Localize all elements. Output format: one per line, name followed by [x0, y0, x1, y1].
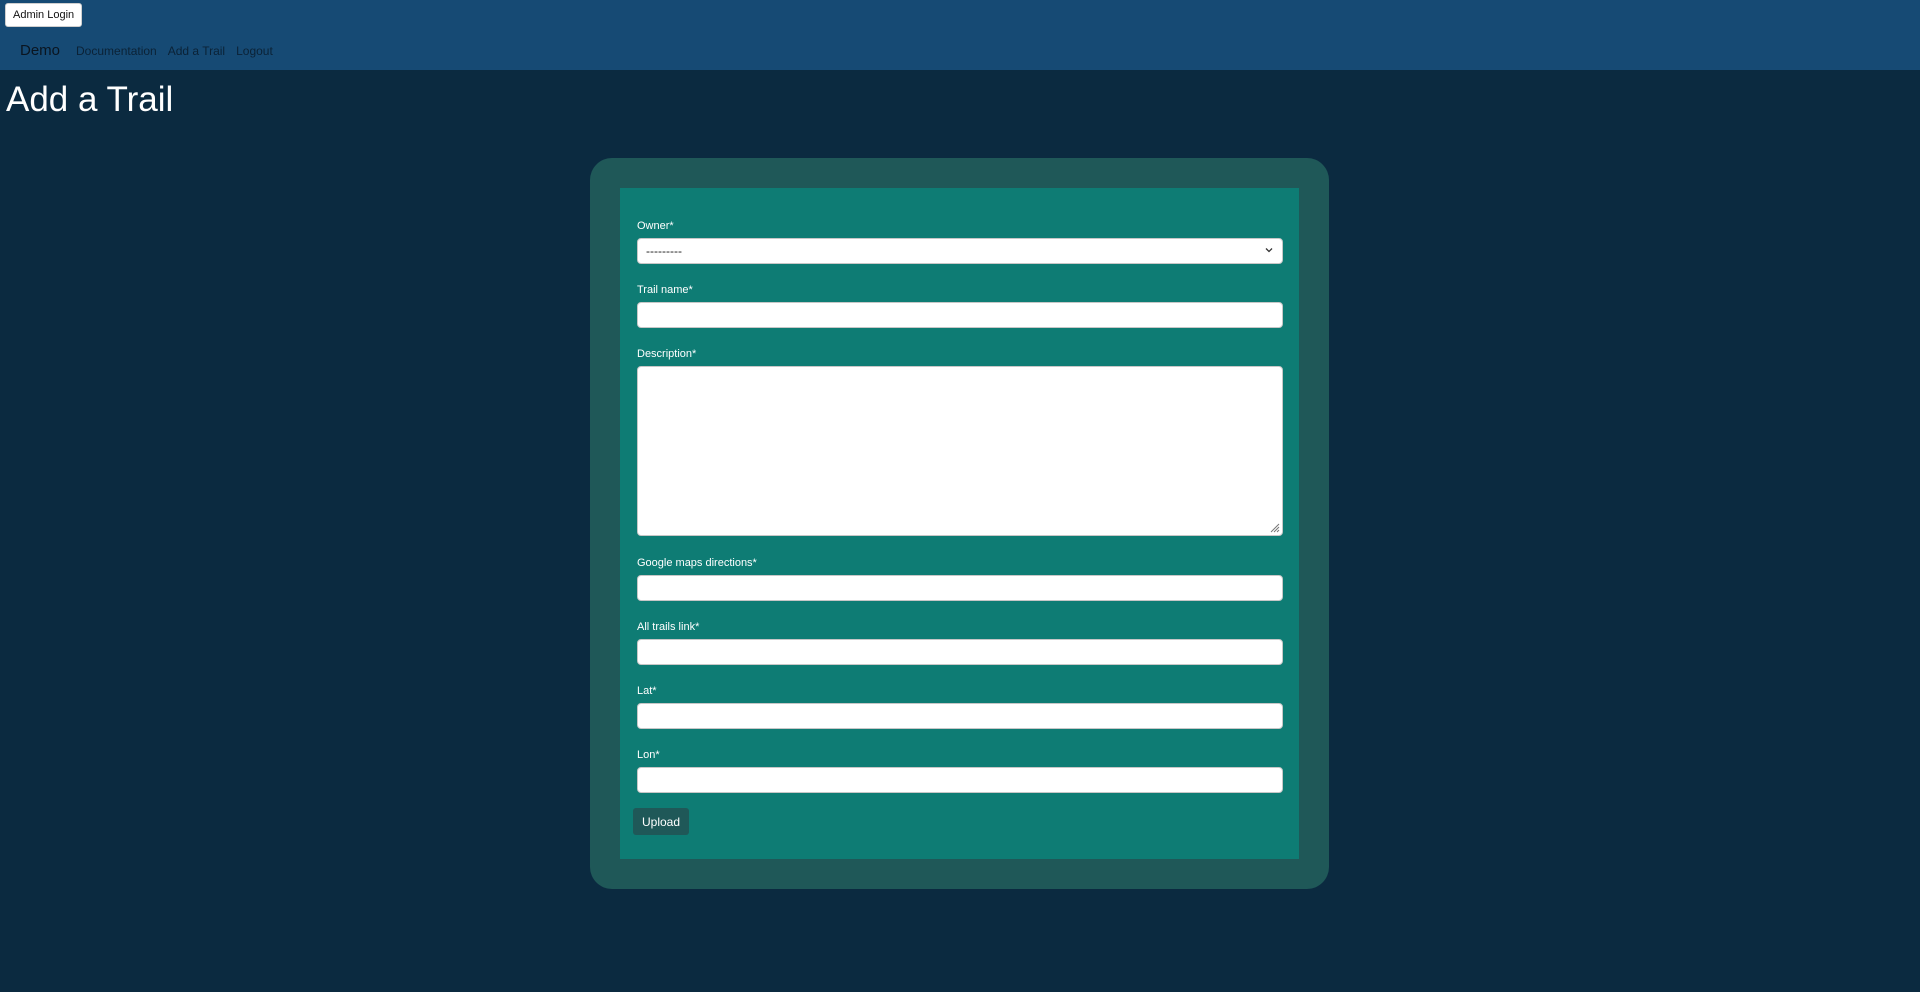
owner-select[interactable]: ---------: [637, 238, 1283, 264]
nav-link-logout[interactable]: Logout: [236, 44, 273, 58]
description-label: Description*: [637, 348, 697, 360]
brand-link[interactable]: Demo: [20, 42, 60, 59]
all-trails-label: All trails link*: [637, 621, 700, 633]
chevron-down-icon: [1264, 244, 1274, 258]
add-trail-form: Owner* --------- Trail name* Description…: [620, 188, 1299, 859]
form-card: Owner* --------- Trail name* Description…: [590, 158, 1329, 889]
top-header: Admin Login Demo Documentation Add a Tra…: [0, 0, 1920, 70]
upload-button[interactable]: Upload: [633, 808, 690, 835]
trail-name-label: Trail name*: [637, 284, 693, 296]
google-maps-input[interactable]: [637, 575, 1283, 601]
google-maps-label: Google maps directions*: [637, 557, 757, 569]
page-title: Add a Trail: [6, 80, 174, 119]
description-textarea[interactable]: [637, 366, 1283, 536]
admin-login-button[interactable]: Admin Login: [5, 3, 83, 27]
lon-input[interactable]: [637, 767, 1283, 793]
trail-name-input[interactable]: [637, 302, 1283, 328]
nav-link-add-a-trail[interactable]: Add a Trail: [168, 44, 225, 58]
owner-label: Owner*: [637, 220, 674, 232]
main-nav: Demo Documentation Add a Trail Logout: [20, 42, 284, 59]
lat-label: Lat*: [637, 685, 657, 697]
lon-label: Lon*: [637, 749, 660, 761]
all-trails-input[interactable]: [637, 639, 1283, 665]
lat-input[interactable]: [637, 703, 1283, 729]
nav-link-documentation[interactable]: Documentation: [76, 44, 157, 58]
owner-select-value: ---------: [646, 244, 682, 258]
